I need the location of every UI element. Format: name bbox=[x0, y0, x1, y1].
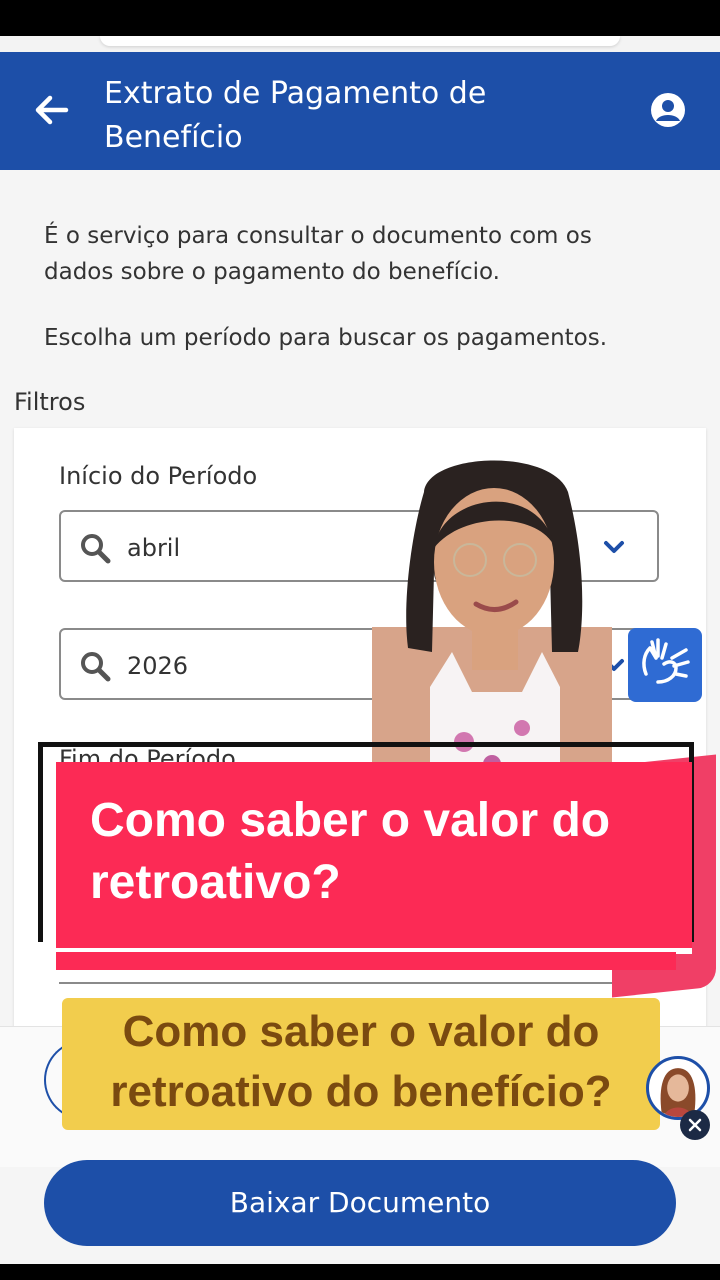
page-title: Extrato de Pagamento de Benefício bbox=[104, 76, 487, 155]
status-bar bbox=[0, 0, 720, 36]
top-handle-strip bbox=[0, 36, 720, 52]
sign-language-icon bbox=[642, 638, 690, 684]
close-icon bbox=[688, 1118, 702, 1132]
start-year-value: 2026 bbox=[127, 652, 189, 680]
period-instruction: Escolha um período para buscar os pagame… bbox=[44, 325, 608, 351]
start-period-label: Início do Período bbox=[59, 462, 258, 490]
video-caption: Como saber o valor do retroativo do bene… bbox=[110, 1007, 612, 1116]
presenter-image bbox=[372, 460, 612, 782]
sign-language-button[interactable] bbox=[628, 628, 702, 702]
promo-title: Como saber o valor do retroativo? bbox=[90, 794, 611, 909]
download-document-button[interactable]: Baixar Documento bbox=[44, 1160, 676, 1246]
assistant-close-button[interactable] bbox=[680, 1110, 710, 1140]
filters-heading: Filtros bbox=[14, 388, 86, 416]
search-icon bbox=[81, 534, 111, 564]
app-screen: Extrato de Pagamento de Benefício É o se… bbox=[0, 0, 720, 1280]
assistant-avatar-icon bbox=[660, 1068, 696, 1117]
search-icon bbox=[81, 652, 111, 682]
navigation-bar bbox=[0, 1264, 720, 1280]
service-description: É o serviço para consultar o documento c… bbox=[44, 223, 592, 285]
back-arrow-icon[interactable] bbox=[32, 90, 72, 130]
promo-banner-accent bbox=[56, 952, 676, 970]
user-profile-icon[interactable] bbox=[650, 92, 686, 128]
start-month-value: abril bbox=[127, 534, 181, 562]
top-handle bbox=[100, 36, 620, 46]
